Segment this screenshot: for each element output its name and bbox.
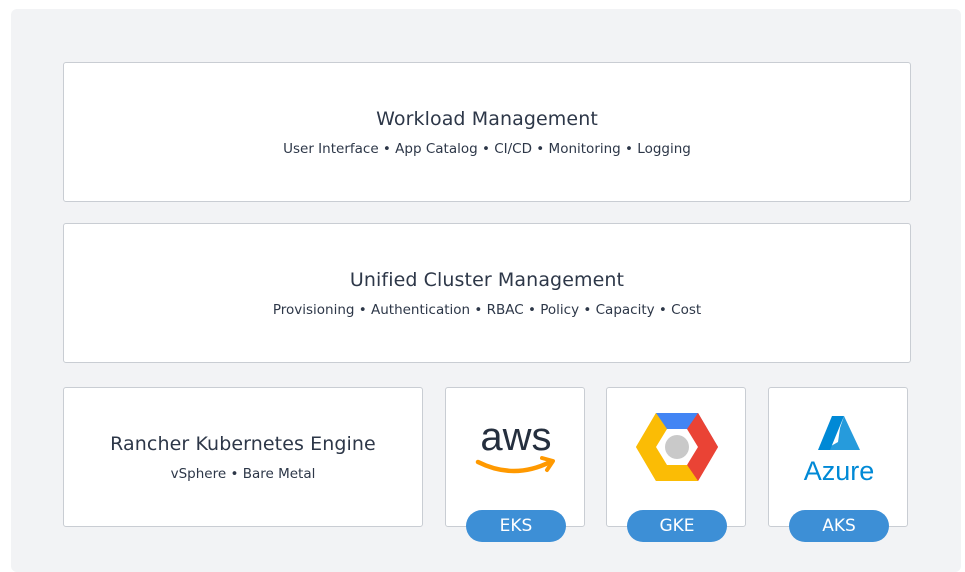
- google-cloud-hexagon: [636, 413, 718, 481]
- provider-box-gke: GKE: [606, 387, 746, 542]
- diagram-panel: Workload Management User Interface • App…: [11, 9, 961, 572]
- azure-logo-graphic: Azure: [804, 416, 875, 486]
- cluster-management-title: Unified Cluster Management: [349, 269, 625, 291]
- cluster-management-subtitle: Provisioning • Authentication • RBAC • P…: [272, 302, 702, 318]
- badge-eks: EKS: [466, 510, 566, 542]
- aws-logo: aws: [470, 410, 562, 480]
- provider-box-eks: aws EKS: [445, 387, 585, 542]
- rke-subtitle: vSphere • Bare Metal: [170, 466, 316, 482]
- aws-smile-arrow: [475, 459, 553, 474]
- workload-management-subtitle: User Interface • App Catalog • CI/CD • M…: [283, 141, 691, 157]
- badge-aks: AKS: [789, 510, 889, 542]
- rke-title: Rancher Kubernetes Engine: [110, 433, 376, 455]
- cluster-management-box: Unified Cluster Management Provisioning …: [63, 223, 911, 363]
- workload-management-title: Workload Management: [376, 108, 598, 130]
- workload-management-box: Workload Management User Interface • App…: [63, 62, 911, 202]
- google-cloud-logo: [636, 409, 718, 485]
- aws-logo-graphic: aws: [475, 415, 555, 474]
- rke-box: Rancher Kubernetes Engine vSphere • Bare…: [63, 387, 423, 527]
- aws-logo-text: aws: [480, 415, 551, 459]
- badge-gke: GKE: [627, 510, 727, 542]
- provider-box-aks: Azure AKS: [768, 387, 908, 542]
- azure-logo: Azure: [794, 412, 884, 486]
- azure-logo-text: Azure: [804, 456, 875, 486]
